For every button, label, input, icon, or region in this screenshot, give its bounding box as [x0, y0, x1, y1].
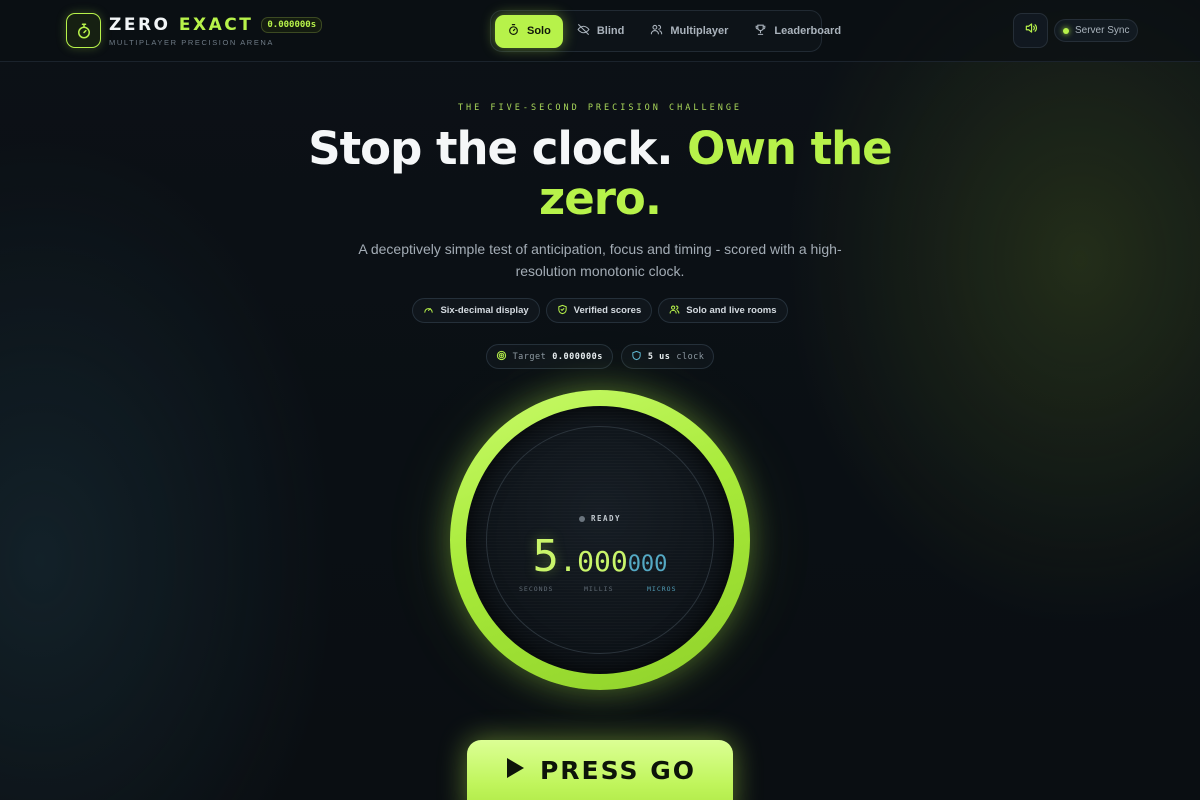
speaker-icon — [1024, 21, 1038, 40]
brand[interactable]: ZERO EXACT 0.000000s MULTIPLAYER PRECISI… — [66, 13, 323, 48]
timer-status: READY — [466, 514, 734, 523]
feature-label: Verified scores — [573, 305, 642, 316]
meta-pills: Target 0.000000s 5 us clock — [0, 344, 1200, 369]
dial-face: READY 5.000000 SECONDS MILLIS MICROS — [466, 406, 734, 674]
tab-label: Leaderboard — [774, 25, 842, 37]
tab-label: Multiplayer — [670, 25, 729, 37]
tab-solo[interactable]: Solo — [495, 14, 563, 48]
headline-white: Stop the clock. — [308, 122, 673, 175]
eye-off-icon — [577, 23, 590, 39]
unit-millis: MILLIS — [584, 585, 614, 593]
clock-value: 5 us — [647, 351, 671, 362]
readout-separator: . — [559, 544, 578, 579]
hero-headline: Stop the clock. Own the zero. — [300, 124, 900, 224]
brand-time-chip: 0.000000s — [261, 17, 323, 33]
tab-leaderboard[interactable]: Leaderboard — [742, 15, 853, 48]
timer-dial: READY 5.000000 SECONDS MILLIS MICROS — [450, 390, 750, 690]
feature-label: Six-decimal display — [440, 305, 529, 316]
tab-label: Solo — [527, 25, 551, 37]
feature-pills: Six-decimal display Verified scores Solo… — [0, 298, 1200, 323]
status-dot-icon — [578, 515, 585, 522]
tab-multiplayer[interactable]: Multiplayer — [638, 15, 740, 48]
brand-subtitle: MULTIPLAYER PRECISION ARENA — [109, 38, 275, 47]
feature-pill: Six-decimal display — [412, 298, 540, 323]
stopwatch-icon — [507, 23, 520, 39]
target-value: 0.000000s — [552, 351, 603, 362]
users-icon — [650, 23, 663, 39]
press-go-button[interactable]: PRESS GO — [467, 740, 733, 800]
target-icon — [496, 350, 507, 364]
tab-blind[interactable]: Blind — [565, 15, 637, 48]
gauge-icon — [423, 304, 434, 318]
top-bar: ZERO EXACT 0.000000s MULTIPLAYER PRECISI… — [0, 0, 1200, 62]
readout-millis: 000 — [577, 545, 628, 578]
feature-pill: Solo and live rooms — [658, 298, 788, 323]
shield-icon — [631, 350, 642, 364]
readout-seconds: 5 — [532, 531, 560, 582]
clock-label: clock — [676, 351, 705, 362]
hero-eyebrow: THE FIVE-SECOND PRECISION CHALLENGE — [457, 103, 743, 113]
stopwatch-icon — [66, 13, 101, 48]
target-pill: Target 0.000000s — [485, 344, 613, 369]
clock-resolution-pill: 5 us clock — [620, 344, 715, 369]
play-icon — [504, 756, 526, 785]
mode-tabs: Solo Blind Multiplayer Leaderboard — [490, 10, 841, 52]
hero-subtext: A deceptively simple test of anticipatio… — [358, 241, 842, 279]
server-sync-status: Server Sync — [1054, 19, 1139, 42]
sync-dot-icon — [1063, 27, 1069, 34]
unit-micros: MICROS — [647, 585, 677, 593]
go-label: PRESS GO — [539, 755, 696, 785]
feature-label: Solo and live rooms — [686, 305, 777, 316]
brand-title: ZERO EXACT — [109, 15, 253, 35]
feature-pill: Verified scores — [545, 298, 653, 323]
timer-readout: 5.000000 — [466, 531, 734, 582]
brand-text: ZERO EXACT 0.000000s MULTIPLAYER PRECISI… — [109, 15, 323, 47]
users-icon — [669, 304, 680, 318]
status-label: READY — [590, 514, 622, 523]
sync-label: Server Sync — [1075, 25, 1130, 36]
sound-toggle-button[interactable] — [1013, 13, 1048, 48]
brand-title-accent: EXACT — [178, 15, 254, 35]
unit-seconds: SECONDS — [519, 585, 554, 593]
readout-micros: 000 — [627, 552, 668, 577]
tab-label: Blind — [596, 25, 625, 37]
trophy-icon — [754, 23, 767, 39]
shield-check-icon — [557, 304, 568, 318]
target-label: Target — [512, 351, 547, 362]
brand-title-main: ZERO — [109, 15, 171, 35]
